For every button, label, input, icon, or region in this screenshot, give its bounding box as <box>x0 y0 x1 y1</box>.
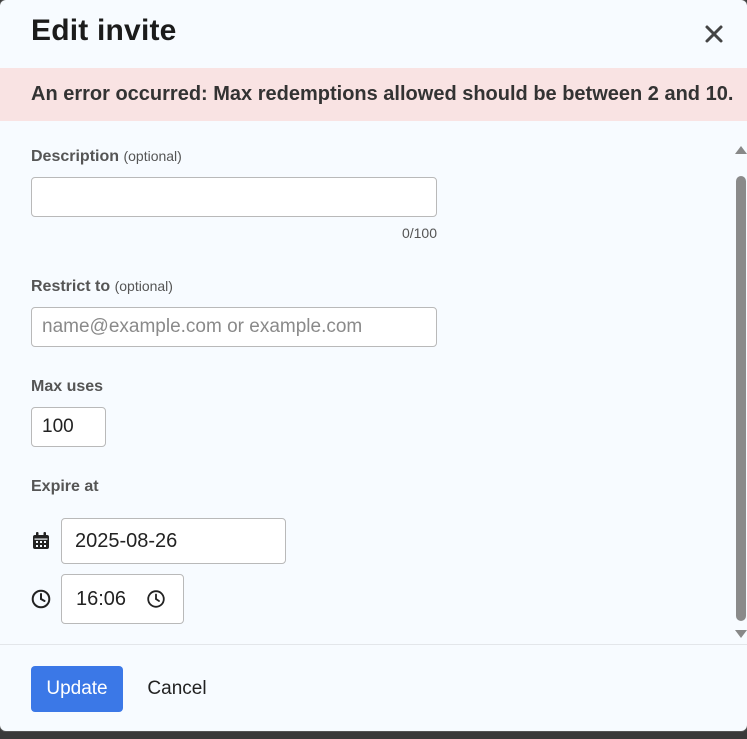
time-picker-clock-icon[interactable] <box>146 589 166 609</box>
restrict-to-label: Restrict to (optional) <box>31 278 173 296</box>
max-uses-label: Max uses <box>31 378 104 395</box>
expire-at-label: Expire at <box>31 478 99 495</box>
edit-invite-dialog: Edit invite An error occurred: Max redem… <box>0 0 747 731</box>
clock-icon <box>31 589 51 609</box>
description-label-text: Description <box>31 148 120 165</box>
expire-time-value: 16:06 <box>76 588 127 610</box>
dialog-title: Edit invite <box>31 14 177 47</box>
cancel-button[interactable]: Cancel <box>134 666 220 712</box>
update-button[interactable]: Update <box>31 666 123 712</box>
close-button[interactable] <box>700 20 728 48</box>
error-message: An error occurred: Max redemptions allow… <box>31 83 734 105</box>
error-alert: An error occurred: Max redemptions allow… <box>0 68 747 121</box>
expire-time-input[interactable]: 16:06 <box>61 574 184 624</box>
scrollbar-up-arrow[interactable] <box>735 146 747 154</box>
scrollbar-down-arrow[interactable] <box>735 630 747 638</box>
expire-date-input[interactable] <box>61 518 286 564</box>
restrict-to-label-text: Restrict to <box>31 278 111 295</box>
calendar-icon <box>31 531 51 551</box>
description-label: Description (optional) <box>31 148 182 166</box>
description-input[interactable] <box>31 177 437 217</box>
max-uses-input[interactable] <box>31 407 106 447</box>
restrict-to-optional-hint: (optional) <box>114 278 173 294</box>
dialog-header: Edit invite <box>0 0 747 68</box>
description-optional-hint: (optional) <box>123 148 182 164</box>
restrict-to-input[interactable] <box>31 307 437 347</box>
close-icon <box>705 25 723 43</box>
dialog-footer: Update Cancel <box>0 644 747 731</box>
scrollbar-thumb[interactable] <box>736 176 746 621</box>
dialog-body[interactable]: Description (optional) 0/100 Restrict to… <box>0 121 747 644</box>
description-char-counter: 0/100 <box>401 225 437 241</box>
